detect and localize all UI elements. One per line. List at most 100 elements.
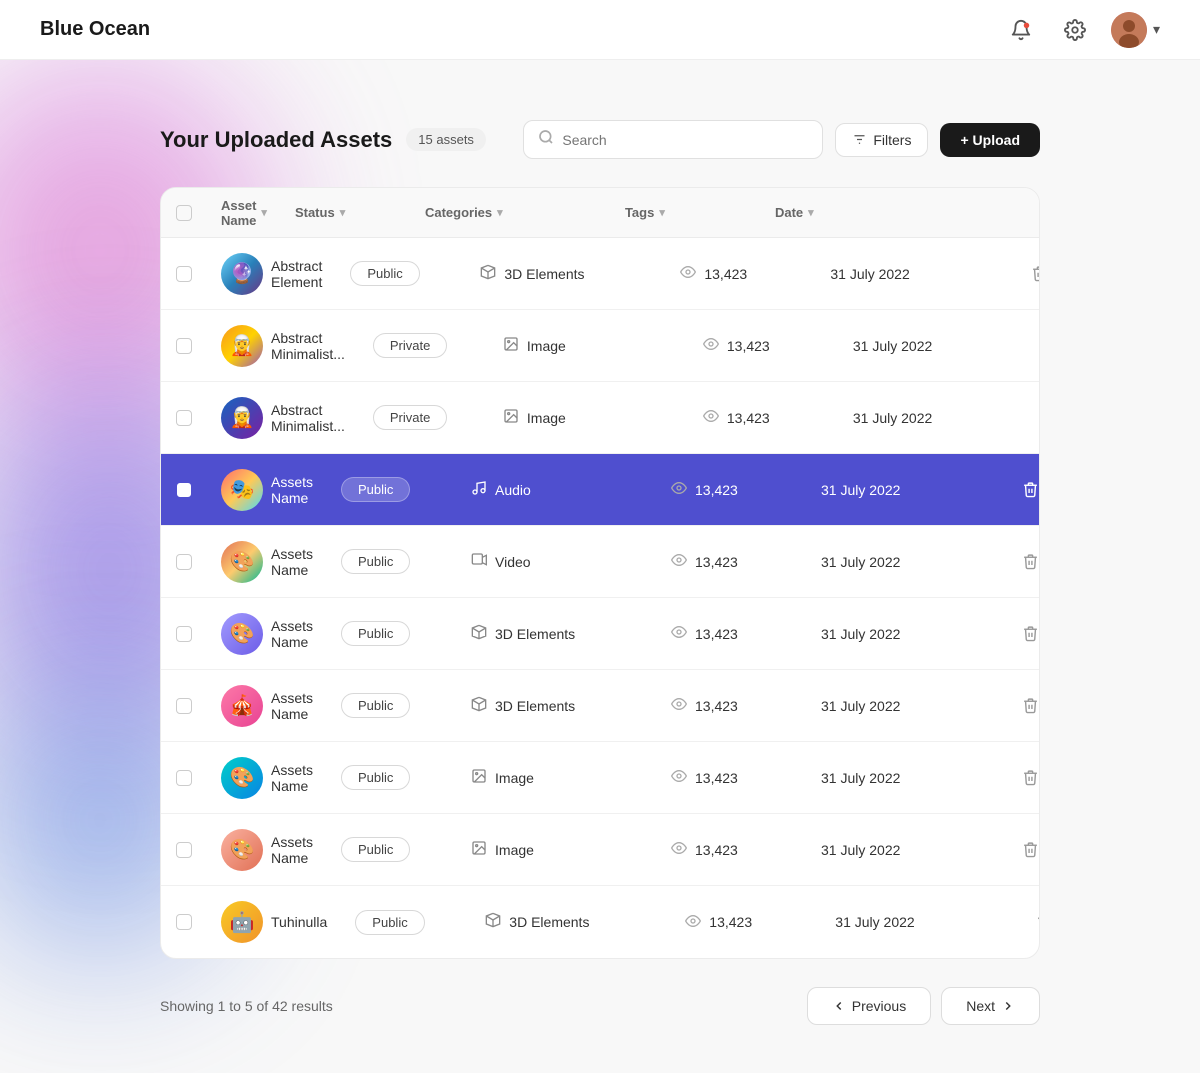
table-row[interactable]: 🎪 Assets Name Public 3D Elements 13,423 (161, 670, 1039, 742)
views-icon (685, 913, 701, 932)
row-asset-name-cell: 🎭 Assets Name (207, 469, 327, 511)
image-icon (471, 768, 487, 784)
row-checkbox[interactable] (176, 338, 192, 354)
delete-button[interactable] (1015, 618, 1040, 650)
asset-name: Abstract Minimalist... (271, 330, 345, 362)
delete-button[interactable] (1024, 258, 1040, 290)
table-row[interactable]: 🎨 Assets Name Public Image 13,423 3 (161, 742, 1039, 814)
row-checkbox-cell[interactable] (161, 842, 207, 858)
delete-button[interactable] (1015, 690, 1040, 722)
th-status[interactable]: Status ▾ (281, 205, 411, 220)
row-checkbox-cell[interactable] (161, 338, 207, 354)
th-categories-label: Categories (425, 205, 492, 220)
asset-thumb-emoji: 🎨 (221, 613, 263, 655)
search-input[interactable] (562, 132, 808, 148)
category-name: Audio (495, 482, 531, 498)
table-row[interactable]: 🎨 Assets Name Public Video 13,423 31 Jul… (161, 526, 1039, 598)
select-all-checkbox[interactable] (176, 205, 192, 221)
search-icon (538, 129, 554, 150)
status-badge: Private (373, 333, 447, 358)
row-asset-name-cell: 🎪 Assets Name (207, 685, 327, 727)
navbar-right: ▾ (1003, 12, 1160, 48)
cube-icon (485, 912, 501, 928)
row-checkbox-cell[interactable] (161, 554, 207, 570)
search-box[interactable] (523, 120, 823, 159)
th-checkbox[interactable] (161, 205, 207, 221)
row-checkbox[interactable] (176, 410, 192, 426)
row-actions-cell (1007, 474, 1040, 506)
row-checkbox[interactable] (176, 482, 192, 498)
row-checkbox-cell[interactable] (161, 914, 207, 930)
row-checkbox[interactable] (176, 698, 192, 714)
previous-button[interactable]: Previous (807, 987, 931, 1025)
row-checkbox-cell[interactable] (161, 410, 207, 426)
row-asset-name-cell: 🎨 Assets Name (207, 541, 327, 583)
table-row[interactable]: 🧝 Abstract Minimalist... Private Image 1… (161, 310, 1039, 382)
th-tags[interactable]: Tags ▾ (611, 205, 761, 220)
row-asset-name-cell: 🤖 Tuhinulla (207, 901, 341, 943)
th-date[interactable]: Date ▾ (761, 205, 961, 220)
asset-thumbnail: 🤖 (221, 901, 263, 943)
category-icon (503, 336, 519, 356)
tags-count: 13,423 (695, 842, 738, 858)
row-checkbox-cell[interactable] (161, 770, 207, 786)
sort-arrow-date: ▾ (808, 206, 814, 219)
asset-name: Assets Name (271, 690, 313, 722)
row-date-cell: 31 July 2022 (807, 626, 1007, 642)
delete-button[interactable] (1015, 546, 1040, 578)
asset-date: 31 July 2022 (821, 842, 900, 858)
user-profile-button[interactable]: ▾ (1111, 12, 1160, 48)
table-row[interactable]: 🤖 Tuhinulla Public 3D Elements 13,423 (161, 886, 1039, 958)
table-row[interactable]: 🎭 Assets Name Public Audio 13,423 3 (161, 454, 1039, 526)
row-checkbox[interactable] (176, 842, 192, 858)
row-status-cell: Public (341, 910, 471, 935)
notifications-button[interactable] (1003, 12, 1039, 48)
row-checkbox[interactable] (176, 554, 192, 570)
table-row[interactable]: 🎨 Assets Name Public 3D Elements 13,423 (161, 598, 1039, 670)
th-categories[interactable]: Categories ▾ (411, 205, 611, 220)
status-badge: Public (341, 549, 410, 574)
table-header: Asset Name ▾ Status ▾ Categories ▾ Tags … (161, 188, 1039, 238)
row-asset-name-cell: 🧝 Abstract Minimalist... (207, 397, 359, 439)
delete-button[interactable] (1015, 762, 1040, 794)
asset-name: Tuhinulla (271, 914, 327, 930)
pagination-row: Showing 1 to 5 of 42 results Previous Ne… (160, 959, 1040, 1033)
row-checkbox-cell[interactable] (161, 698, 207, 714)
upload-button[interactable]: + Upload (940, 123, 1040, 157)
row-checkbox[interactable] (176, 266, 192, 282)
delete-button[interactable] (1015, 474, 1040, 506)
next-button[interactable]: Next (941, 987, 1040, 1025)
delete-button[interactable] (1029, 906, 1040, 938)
delete-button[interactable] (1015, 834, 1040, 866)
tags-count: 13,423 (695, 698, 738, 714)
page-header: Your Uploaded Assets 15 assets (160, 120, 1040, 159)
sort-arrow-categories: ▾ (497, 206, 503, 219)
trash-icon (1022, 841, 1039, 858)
asset-date: 31 July 2022 (821, 626, 900, 642)
row-checkbox[interactable] (176, 914, 192, 930)
th-asset-name[interactable]: Asset Name ▾ (207, 198, 281, 228)
gear-icon (1064, 19, 1086, 41)
category-icon (471, 480, 487, 500)
row-date-cell: 31 July 2022 (807, 698, 1007, 714)
row-checkbox-cell[interactable] (161, 482, 207, 498)
settings-button[interactable] (1057, 12, 1093, 48)
row-checkbox[interactable] (176, 626, 192, 642)
views-icon (671, 552, 687, 571)
row-tags-cell: 13,423 (657, 624, 807, 643)
table-row[interactable]: 🔮 Abstract Element Public 3D Elements 13… (161, 238, 1039, 310)
table-row[interactable]: 🧝 Abstract Minimalist... Private Image 1… (161, 382, 1039, 454)
row-tags-cell: 13,423 (657, 480, 807, 499)
category-name: Image (495, 842, 534, 858)
row-category-cell: 3D Elements (457, 696, 657, 716)
row-asset-name-cell: 🎨 Assets Name (207, 757, 327, 799)
row-checkbox-cell[interactable] (161, 266, 207, 282)
table-row[interactable]: 🎨 Assets Name Public Image 13,423 3 (161, 814, 1039, 886)
asset-name: Assets Name (271, 546, 313, 578)
row-checkbox[interactable] (176, 770, 192, 786)
row-status-cell: Public (327, 765, 457, 790)
row-checkbox-cell[interactable] (161, 626, 207, 642)
table-body: 🔮 Abstract Element Public 3D Elements 13… (161, 238, 1039, 958)
filters-button[interactable]: Filters (835, 123, 928, 157)
views-icon (703, 408, 719, 427)
